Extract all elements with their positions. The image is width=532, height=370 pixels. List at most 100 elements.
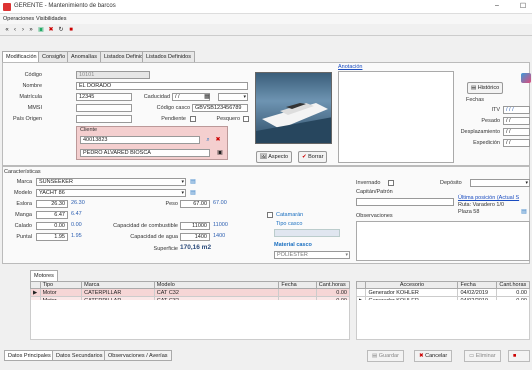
cancelar-label: Cancelar bbox=[425, 353, 448, 359]
historico-button[interactable]: ▤ Histórico bbox=[467, 82, 504, 94]
acc-name: Generador KOHLER bbox=[365, 288, 459, 297]
expedicion-label: Expedición bbox=[473, 140, 500, 146]
capitan-label: Capitán/Patrón bbox=[356, 189, 393, 195]
capitan-field[interactable] bbox=[356, 198, 454, 206]
desplazamiento-field[interactable]: / / bbox=[503, 128, 530, 136]
tab-motores[interactable]: Motores bbox=[30, 270, 58, 281]
motor-modelo: CAT C32 bbox=[153, 288, 280, 297]
catamaran-checkbox[interactable] bbox=[267, 212, 273, 218]
borrar-photo-button[interactable]: ✔ Borrar bbox=[298, 151, 328, 163]
calado-value: 0.00 bbox=[71, 222, 82, 228]
delete-icon: ▭ bbox=[469, 353, 475, 359]
ultima-posicion-link[interactable]: Última posición (Actual S bbox=[458, 195, 519, 201]
guardar-label: Guardar bbox=[378, 353, 399, 359]
codigo-casco-field[interactable]: GBVSB123456789 bbox=[192, 104, 248, 112]
itv-field[interactable]: / / / bbox=[503, 106, 530, 114]
plaza-lookup-icon[interactable]: ▤ bbox=[520, 208, 528, 216]
cliente-code-field[interactable]: 40013823 bbox=[80, 136, 200, 144]
delete-record-icon[interactable]: ✖ bbox=[47, 26, 55, 34]
tab-datos-secundarios[interactable]: Datos Secundarios bbox=[52, 350, 107, 361]
motors-header-horas[interactable]: Cant.horas bbox=[315, 281, 351, 289]
aspecto-icon: 🖼 bbox=[260, 154, 267, 160]
tab-observaciones[interactable]: Observaciones / Averías bbox=[104, 350, 172, 361]
eliminar-button[interactable]: ▭ Eliminar bbox=[464, 350, 501, 362]
search-client-icon[interactable]: ⌕ bbox=[204, 136, 212, 144]
material-casco-select[interactable]: POLIESTER bbox=[274, 251, 350, 259]
puntal-field[interactable]: 1.95 bbox=[36, 233, 68, 241]
tab-listados-2[interactable]: Listados Definidos bbox=[142, 51, 195, 62]
modelo-lookup-icon[interactable]: ▤ bbox=[189, 189, 197, 197]
save-icon: ▤ bbox=[372, 353, 378, 359]
minimize-button[interactable]: – bbox=[492, 2, 502, 12]
agua-field[interactable]: 1400 bbox=[180, 233, 210, 241]
caducidad-label: Caducidad bbox=[143, 94, 170, 100]
codigo-field[interactable]: 10101 bbox=[76, 71, 150, 79]
motors-header-tipo[interactable]: Tipo bbox=[39, 281, 83, 289]
superficie-label: Superficie bbox=[153, 246, 178, 252]
list-item[interactable]: Generador KOHLER 04/02/2019 0.00 bbox=[355, 288, 530, 297]
pesado-field[interactable]: / / bbox=[503, 117, 530, 125]
calendar-icon[interactable]: ▦ bbox=[203, 93, 211, 101]
pesquero-checkbox[interactable] bbox=[243, 116, 249, 122]
motors-header-modelo[interactable]: Modelo bbox=[153, 281, 280, 289]
next-record-icon[interactable]: › bbox=[19, 26, 27, 34]
acc-horas: 0.00 bbox=[496, 288, 530, 297]
clear-client-icon[interactable]: ✖ bbox=[214, 136, 222, 144]
new-record-icon[interactable]: ▣ bbox=[37, 26, 45, 34]
maximize-button[interactable]: ☐ bbox=[518, 2, 528, 12]
pendiente-checkbox[interactable] bbox=[190, 116, 196, 122]
cliente-name-field[interactable]: PEDRO ALVARED BIOSCA bbox=[80, 149, 210, 157]
puntal-value: 1.95 bbox=[71, 233, 82, 239]
colorful-app-icon[interactable] bbox=[521, 73, 531, 83]
exit-button[interactable]: ■ bbox=[508, 350, 530, 362]
motors-header-marca[interactable]: Marca bbox=[81, 281, 155, 289]
menu-operaciones[interactable]: Operaciones bbox=[3, 16, 34, 22]
tab-anomalias[interactable]: Anomalías bbox=[67, 51, 101, 62]
tab-consigno[interactable]: Consigño bbox=[38, 51, 70, 62]
combustible-field[interactable]: 11000 bbox=[180, 222, 210, 230]
observaciones-textarea[interactable] bbox=[356, 221, 530, 261]
last-record-icon[interactable]: » bbox=[27, 26, 35, 34]
acc-header-fecha[interactable]: Fecha bbox=[457, 281, 498, 289]
historico-label: Histórico bbox=[477, 85, 500, 91]
plaza-label: Plaza 58 bbox=[458, 209, 480, 215]
acc-header-horas[interactable]: Cant.horas bbox=[496, 281, 530, 289]
marca-lookup-icon[interactable]: ▤ bbox=[189, 178, 197, 186]
tab-datos-principales[interactable]: Datos Principales bbox=[4, 350, 55, 361]
matricula-field[interactable]: 12345 bbox=[76, 93, 132, 101]
prev-record-icon[interactable]: ‹ bbox=[11, 26, 19, 34]
invernado-checkbox[interactable] bbox=[388, 180, 394, 186]
pais-origen-field[interactable] bbox=[76, 115, 132, 123]
cancelar-button[interactable]: ✖ Cancelar bbox=[414, 350, 453, 362]
mmsi-field[interactable] bbox=[76, 104, 132, 112]
client-card-icon[interactable]: ▣ bbox=[216, 149, 224, 157]
peso-field[interactable]: 67.00 bbox=[180, 200, 210, 208]
close-form-icon[interactable]: ■ bbox=[67, 26, 75, 34]
manga-field[interactable]: 6.47 bbox=[36, 211, 68, 219]
first-record-icon[interactable]: « bbox=[3, 26, 11, 34]
marca-select[interactable]: SUNSEEKER bbox=[36, 178, 186, 186]
calado-field[interactable]: 0.00 bbox=[36, 222, 68, 230]
toolbar: « ‹ › » ▣ ✖ ↻ ■ bbox=[0, 24, 532, 36]
anotaciones-textarea[interactable] bbox=[338, 71, 454, 163]
guardar-button[interactable]: ▤ Guardar bbox=[367, 350, 404, 362]
table-row[interactable]: ▶ Motor CATERPILLAR CAT C32 0.00 bbox=[30, 288, 351, 297]
motors-header-fecha[interactable]: Fecha bbox=[278, 281, 317, 289]
tipo-casco-options[interactable] bbox=[274, 229, 340, 237]
deposito-select[interactable] bbox=[470, 179, 530, 187]
cancel-icon: ✖ bbox=[419, 353, 424, 359]
refresh-icon[interactable]: ↻ bbox=[57, 26, 65, 34]
anotaciones-link[interactable]: Anotación bbox=[338, 64, 362, 70]
caducidad-select[interactable] bbox=[218, 93, 248, 101]
nombre-field[interactable]: EL DORADO bbox=[76, 82, 248, 90]
menu-visibilidades[interactable]: Visibilidades bbox=[36, 16, 66, 22]
expedicion-field[interactable]: / / bbox=[503, 139, 530, 147]
eslora-field[interactable]: 26.30 bbox=[36, 200, 68, 208]
aspecto-button[interactable]: 🖼 Aspecto bbox=[256, 151, 293, 163]
acc-header-accesorio[interactable]: Accesorio bbox=[365, 281, 459, 289]
tab-modificacion[interactable]: Modificación bbox=[2, 51, 41, 62]
calado-label: Calado bbox=[14, 223, 32, 229]
modelo-select[interactable]: YACHT 86 bbox=[36, 189, 186, 197]
cliente-label: Cliente bbox=[80, 127, 98, 133]
invernado-label: Invernado bbox=[356, 180, 381, 186]
